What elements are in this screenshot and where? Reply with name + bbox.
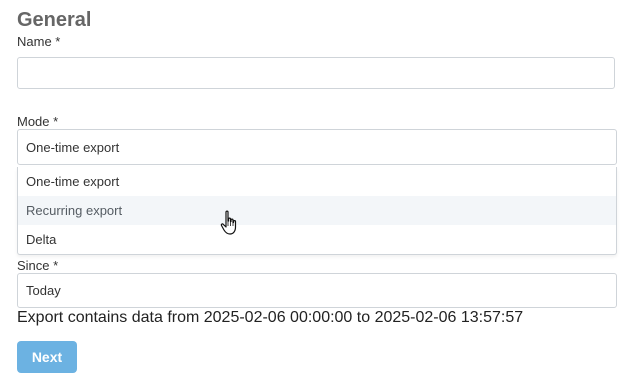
mode-option-recurring-export[interactable]: Recurring export [18, 196, 616, 225]
mode-label: Mode * [17, 114, 59, 129]
since-selected-value: Today [26, 283, 61, 298]
since-select[interactable]: Today [17, 273, 617, 308]
mode-dropdown-list: One-time export Recurring export Delta [17, 167, 617, 255]
export-range-info: Export contains data from 2025-02-06 00:… [17, 309, 524, 326]
mode-option-one-time-export[interactable]: One-time export [18, 167, 616, 196]
mode-selected-value: One-time export [26, 139, 120, 155]
next-button[interactable]: Next [17, 341, 77, 373]
hand-pointer-icon [220, 210, 240, 236]
name-label: Name * [17, 34, 61, 49]
name-input[interactable] [17, 57, 615, 89]
section-title: General [17, 9, 92, 31]
since-label: Since * [17, 258, 59, 273]
mode-option-delta[interactable]: Delta [18, 225, 616, 254]
mode-select[interactable]: One-time export [17, 129, 617, 165]
